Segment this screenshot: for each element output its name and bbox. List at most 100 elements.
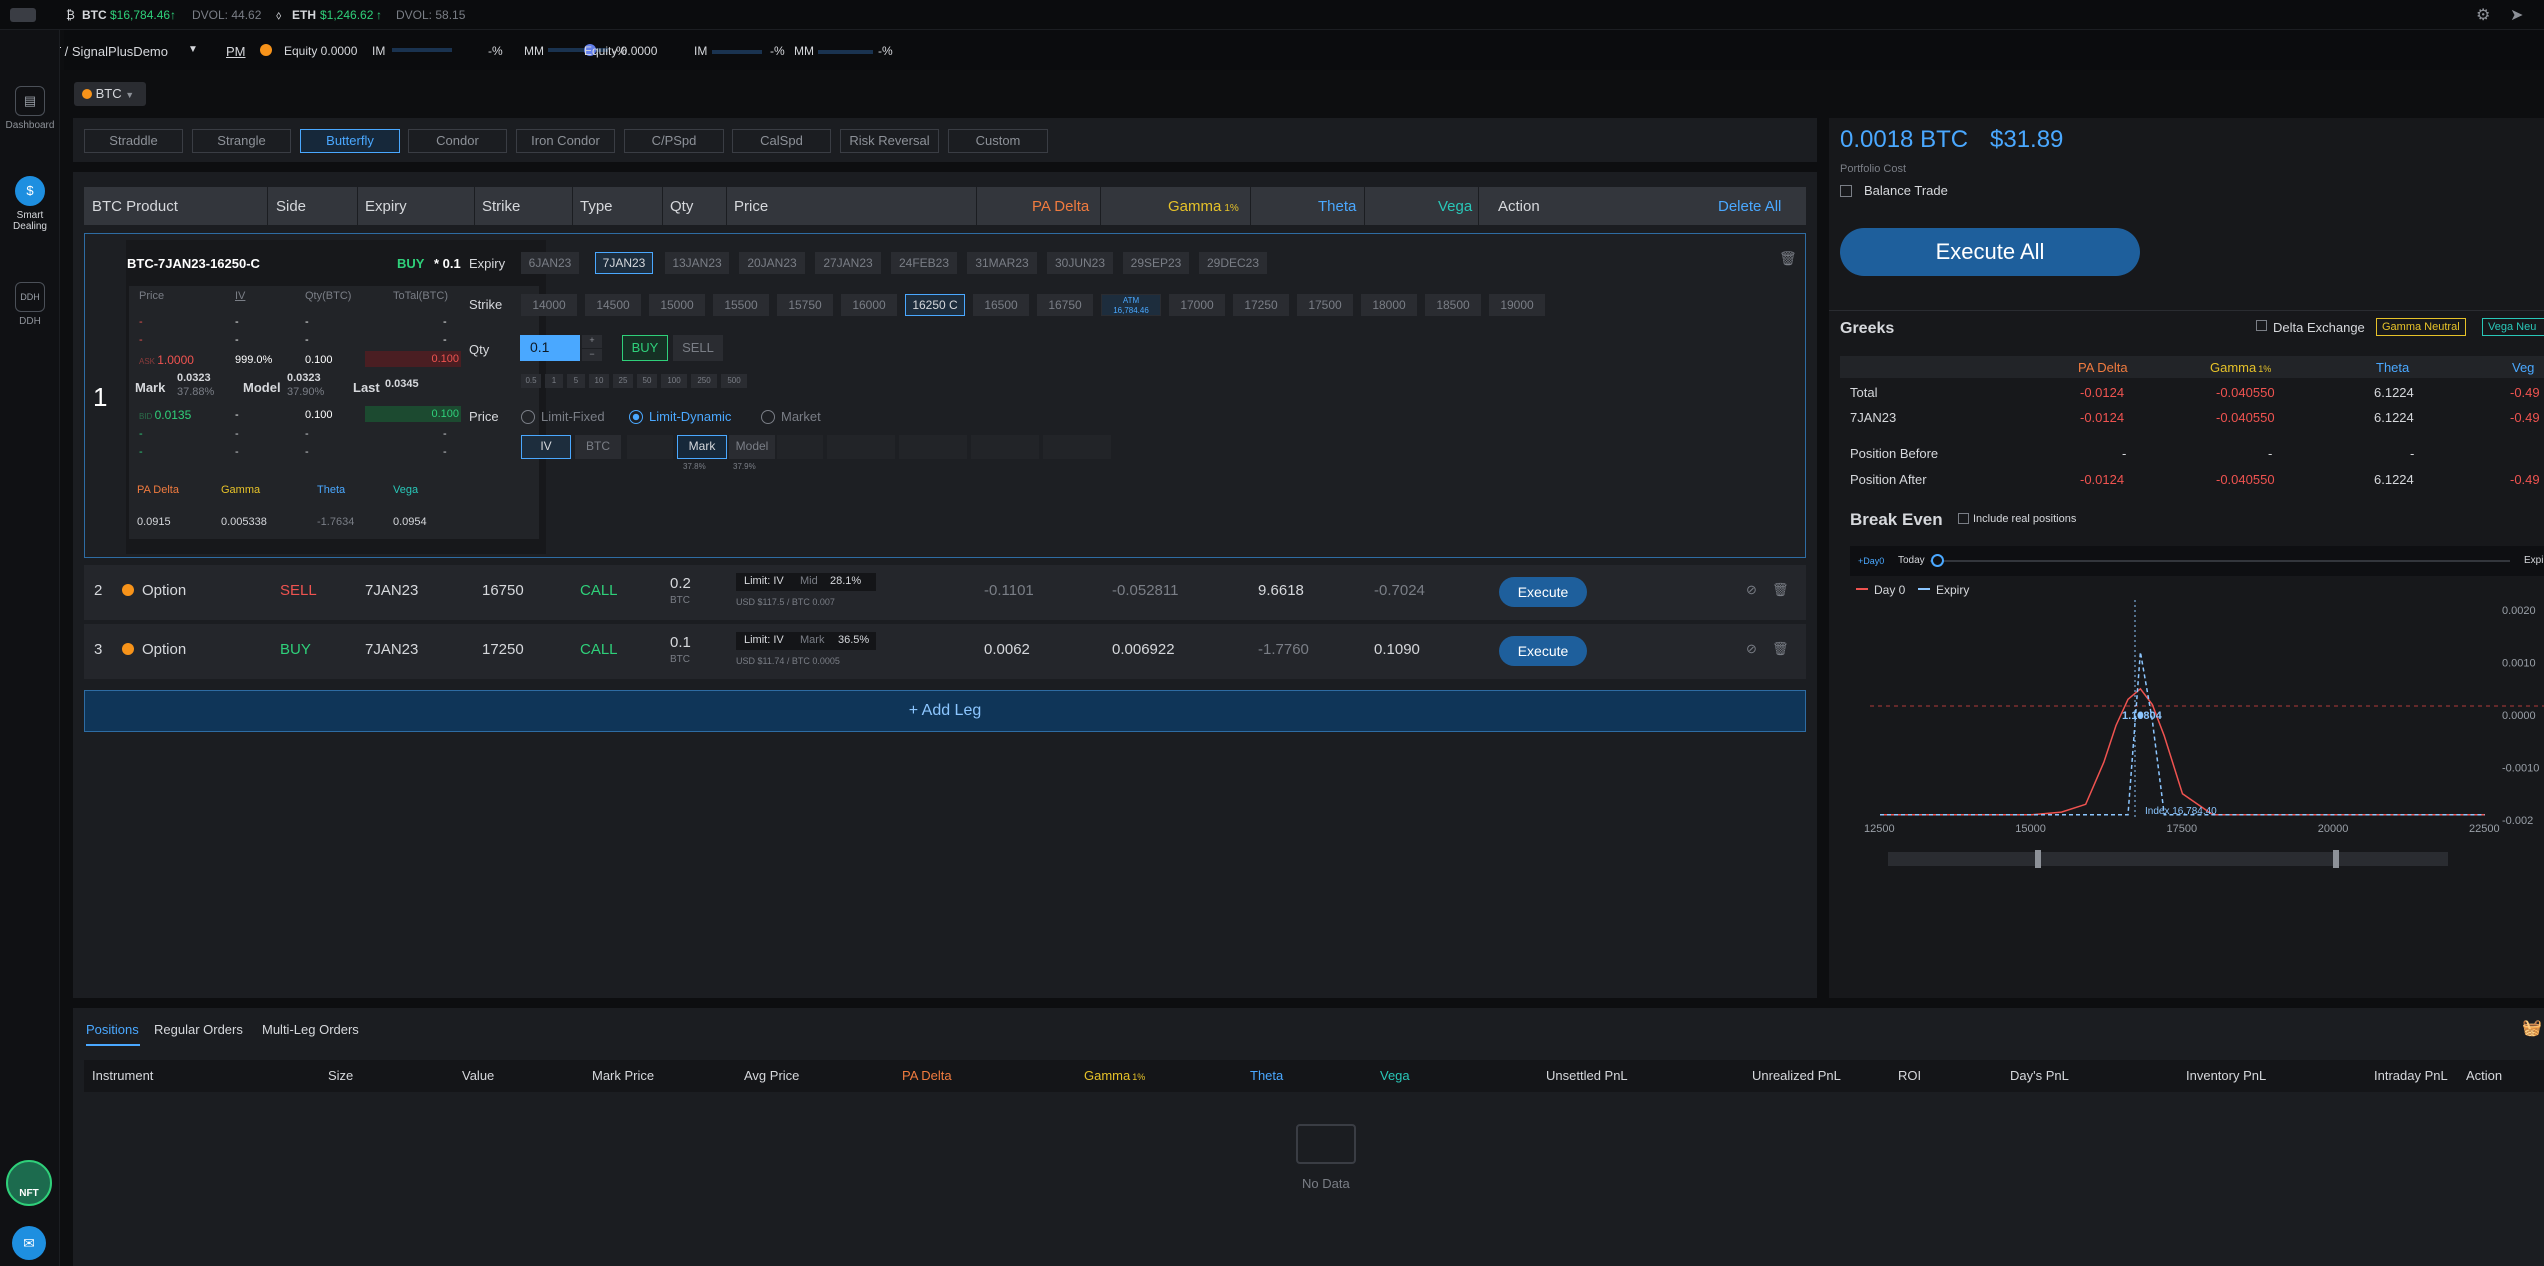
leg-qty[interactable]: 0.1 [670,634,691,651]
leg-limit-type[interactable]: Limit: IV [744,634,784,646]
market-label[interactable]: Market [781,409,821,424]
tab-regular-orders[interactable]: Regular Orders [154,1022,243,1037]
range-handle-left[interactable] [2035,850,2041,868]
asset-select[interactable]: BTC ▼ [74,82,146,106]
sidebar-item-smart-dealing[interactable]: $ Smart Dealing [0,176,60,232]
add-leg-button[interactable]: + Add Leg [84,690,1806,732]
qty-preset[interactable]: 500 [721,374,747,388]
strike-chip[interactable]: 16750 [1037,294,1093,316]
qty-input[interactable]: 0.1 [520,335,580,361]
expiry-chip[interactable]: 29SEP23 [1123,252,1189,274]
execute-all-button[interactable]: Execute All [1840,228,2140,276]
col-gamma[interactable]: Gamma 1% [1084,1068,1145,1083]
nft-badge[interactable]: NFT [6,1160,52,1206]
leg-expiry[interactable]: 7JAN23 [365,641,418,658]
trash-icon[interactable]: 🗑 [1772,582,1789,598]
chevron-down-icon[interactable]: ▼ [188,44,198,55]
strike-chip[interactable]: 18500 [1425,294,1481,316]
slider-handle[interactable] [1931,554,1944,567]
leg-strike[interactable]: 17250 [482,641,524,658]
gear-icon[interactable]: ⚙ [2476,5,2490,25]
strategy-condor[interactable]: Condor [408,129,507,153]
trash-icon[interactable]: 🗑 [1772,641,1789,657]
expiry-chip[interactable]: 20JAN23 [739,252,805,274]
sidebar-item-dashboard[interactable]: ▤ Dashboard [0,86,60,131]
strategy-risk-reversal[interactable]: Risk Reversal [840,129,939,153]
qty-preset[interactable]: 25 [613,374,633,388]
qty-preset[interactable]: 0.5 [521,374,541,388]
price-ref-mark[interactable]: Mark [677,435,727,459]
strike-chip[interactable]: 14000 [521,294,577,316]
send-icon[interactable]: ➤ [2510,5,2523,25]
strategy-butterfly[interactable]: Butterfly [300,129,400,153]
leg-strike[interactable]: 16750 [482,582,524,599]
leg-ref-value[interactable]: 36.5% [838,634,869,646]
expiry-chip[interactable]: 29DEC23 [1199,252,1267,274]
qty-preset[interactable]: 250 [691,374,717,388]
expiry-chip[interactable]: 24FEB23 [891,252,957,274]
limit-fixed-label[interactable]: Limit-Fixed [541,409,605,424]
ask-price[interactable]: ASK 1.0000 [139,353,194,367]
strategy-strangle[interactable]: Strangle [192,129,291,153]
strike-chip[interactable]: 15000 [649,294,705,316]
tab-positions[interactable]: Positions [86,1022,139,1037]
col-roi[interactable]: ROI [1898,1068,1921,1083]
chat-icon[interactable]: ✉ [12,1226,46,1260]
strike-chip[interactable]: 18000 [1361,294,1417,316]
tab-multi-leg-orders[interactable]: Multi-Leg Orders [262,1022,359,1037]
col-unsettled-pnl[interactable]: Unsettled PnL [1546,1068,1628,1083]
sell-button[interactable]: SELL [673,335,723,361]
leg-ref-value[interactable]: 28.1% [830,575,861,587]
radio-limit-dynamic[interactable] [629,410,643,424]
delta-exchange-checkbox[interactable] [2256,320,2267,331]
include-real-checkbox[interactable] [1958,513,1969,524]
price-ref-model[interactable]: Model [729,435,775,459]
col-size[interactable]: Size [328,1068,353,1083]
strike-chip[interactable]: 19000 [1489,294,1545,316]
price-unit-iv[interactable]: IV [521,435,571,459]
strategy-cpspd[interactable]: C/PSpd [624,129,724,153]
qty-preset[interactable]: 100 [661,374,687,388]
leg-limit-type[interactable]: Limit: IV [744,575,784,587]
price-unit-btc[interactable]: BTC [575,435,621,459]
execute-button[interactable]: Execute [1499,636,1587,666]
col-intraday-pnl[interactable]: Intraday PnL [2374,1068,2448,1083]
trash-icon[interactable]: 🗑 [1779,250,1797,267]
leg-expiry[interactable]: 7JAN23 [365,582,418,599]
leg-type[interactable]: CALL [580,582,618,599]
qty-preset[interactable]: 50 [637,374,657,388]
radio-market[interactable] [761,410,775,424]
expiry-chip[interactable]: 31MAR23 [967,252,1037,274]
strike-chip[interactable]: 16500 [973,294,1029,316]
strike-chip[interactable]: 14500 [585,294,641,316]
col-value[interactable]: Value [462,1068,494,1083]
col-pa-delta[interactable]: PA Delta [902,1068,952,1083]
qty-increment[interactable]: + [582,335,602,348]
col-instrument[interactable]: Instrument [92,1068,153,1083]
col-mark-price[interactable]: Mark Price [592,1068,654,1083]
expiry-chip[interactable]: 7JAN23 [595,252,653,274]
buy-button[interactable]: BUY [622,335,668,361]
execute-button[interactable]: Execute [1499,577,1587,607]
leg-qty[interactable]: 0.2 [670,575,691,592]
strategy-calspd[interactable]: CalSpd [732,129,831,153]
strategy-iron-condor[interactable]: Iron Condor [516,129,615,153]
expiry-chip[interactable]: 13JAN23 [665,252,729,274]
expiry-chip[interactable]: 6JAN23 [521,252,579,274]
strike-chip[interactable]: 16000 [841,294,897,316]
limit-dynamic-label[interactable]: Limit-Dynamic [649,409,731,424]
strike-chip[interactable]: 15500 [713,294,769,316]
qty-preset[interactable]: 5 [567,374,585,388]
strategy-custom[interactable]: Custom [948,129,1048,153]
range-slider[interactable] [1888,852,2448,866]
leg-type[interactable]: CALL [580,641,618,658]
strike-chip[interactable]: 16250 C [905,294,965,316]
vega-neutral-button[interactable]: Vega Neu [2482,318,2544,336]
disable-icon[interactable]: ⊘ [1746,641,1757,657]
expiry-chip[interactable]: 30JUN23 [1047,252,1113,274]
strategy-straddle[interactable]: Straddle [84,129,183,153]
range-handle-right[interactable] [2333,850,2339,868]
delete-all-button[interactable]: Delete All [1718,198,1781,215]
strike-chip[interactable]: 15750 [777,294,833,316]
sidebar-item-ddh[interactable]: DDH DDH [0,282,60,327]
